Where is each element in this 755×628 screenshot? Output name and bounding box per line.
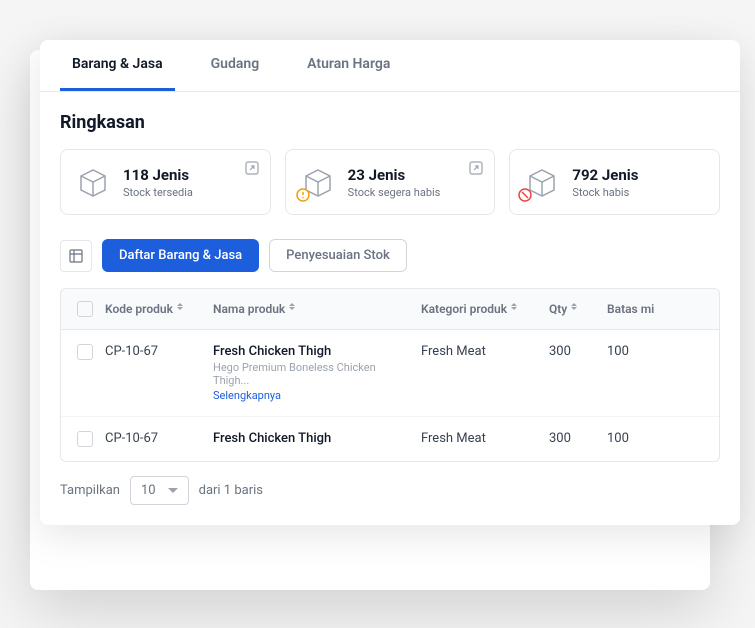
tab-barang-jasa[interactable]: Barang & Jasa: [60, 40, 175, 91]
card-count: 118 Jenis: [123, 166, 256, 184]
main-panel: Barang & Jasa Gudang Aturan Harga Ringka…: [40, 40, 740, 525]
cell-name: Fresh Chicken Thigh: [213, 344, 413, 359]
cell-qty: 300: [549, 344, 599, 359]
more-link[interactable]: Selengkapnya: [213, 389, 413, 402]
list-tab-button[interactable]: Daftar Barang & Jasa: [102, 239, 259, 272]
box-icon: [75, 164, 111, 200]
cell-code: CP-10-67: [105, 431, 205, 446]
tab-gudang[interactable]: Gudang: [199, 40, 272, 91]
pagination: Tampilkan 10 dari 1 baris: [60, 476, 720, 505]
cell-min: 100: [607, 431, 677, 446]
cell-category: Fresh Meat: [421, 344, 541, 359]
sort-icon: [177, 303, 187, 315]
col-header-name[interactable]: Nama produk: [213, 302, 413, 316]
sort-icon: [289, 303, 299, 315]
card-stock-available[interactable]: 118 Jenis Stock tersedia: [60, 149, 271, 215]
tab-aturan-harga[interactable]: Aturan Harga: [295, 40, 402, 91]
grid-view-button[interactable]: [60, 240, 92, 272]
card-count: 23 Jenis: [348, 166, 481, 184]
card-label: Stock habis: [572, 186, 705, 199]
table-row[interactable]: CP-10-67 Fresh Chicken Thigh Hego Premiu…: [61, 330, 719, 417]
box-empty-icon: [524, 164, 560, 200]
table-header: Kode produk Nama produk Kategori produk …: [61, 289, 719, 330]
cell-qty: 300: [549, 431, 599, 446]
summary-cards: 118 Jenis Stock tersedia 23: [60, 149, 720, 215]
col-header-code[interactable]: Kode produk: [105, 302, 205, 316]
col-header-category[interactable]: Kategori produk: [421, 302, 541, 316]
cell-category: Fresh Meat: [421, 431, 541, 446]
per-page-select[interactable]: 10: [130, 476, 189, 505]
box-warning-icon: [300, 164, 336, 200]
card-stock-low[interactable]: 23 Jenis Stock segera habis: [285, 149, 496, 215]
card-stock-empty[interactable]: 792 Jenis Stock habis: [509, 149, 720, 215]
cell-code: CP-10-67: [105, 344, 205, 359]
sort-icon: [571, 303, 581, 315]
cell-name: Fresh Chicken Thigh: [213, 431, 413, 446]
toolbar: Daftar Barang & Jasa Penyesuaian Stok: [60, 239, 720, 272]
card-count: 792 Jenis: [572, 166, 705, 184]
row-checkbox[interactable]: [77, 344, 93, 360]
col-header-min: Batas mi: [607, 302, 677, 316]
tab-bar: Barang & Jasa Gudang Aturan Harga: [40, 40, 740, 92]
section-title: Ringkasan: [60, 112, 720, 133]
select-all-checkbox[interactable]: [77, 301, 93, 317]
external-link-icon[interactable]: [468, 160, 484, 176]
show-label: Tampilkan: [60, 483, 120, 498]
sort-icon: [511, 303, 521, 315]
col-header-qty[interactable]: Qty: [549, 302, 599, 316]
product-table: Kode produk Nama produk Kategori produk …: [60, 288, 720, 462]
row-checkbox[interactable]: [77, 431, 93, 447]
external-link-icon[interactable]: [244, 160, 260, 176]
cell-min: 100: [607, 344, 677, 359]
of-label: dari 1 baris: [199, 483, 263, 498]
stock-adjustment-button[interactable]: Penyesuaian Stok: [269, 239, 407, 272]
card-label: Stock tersedia: [123, 186, 256, 199]
chevron-down-icon: [168, 488, 178, 494]
card-label: Stock segera habis: [348, 186, 481, 199]
cell-subtitle: Hego Premium Boneless Chicken Thigh...: [213, 361, 413, 387]
table-row[interactable]: CP-10-67 Fresh Chicken Thigh Fresh Meat …: [61, 417, 719, 461]
